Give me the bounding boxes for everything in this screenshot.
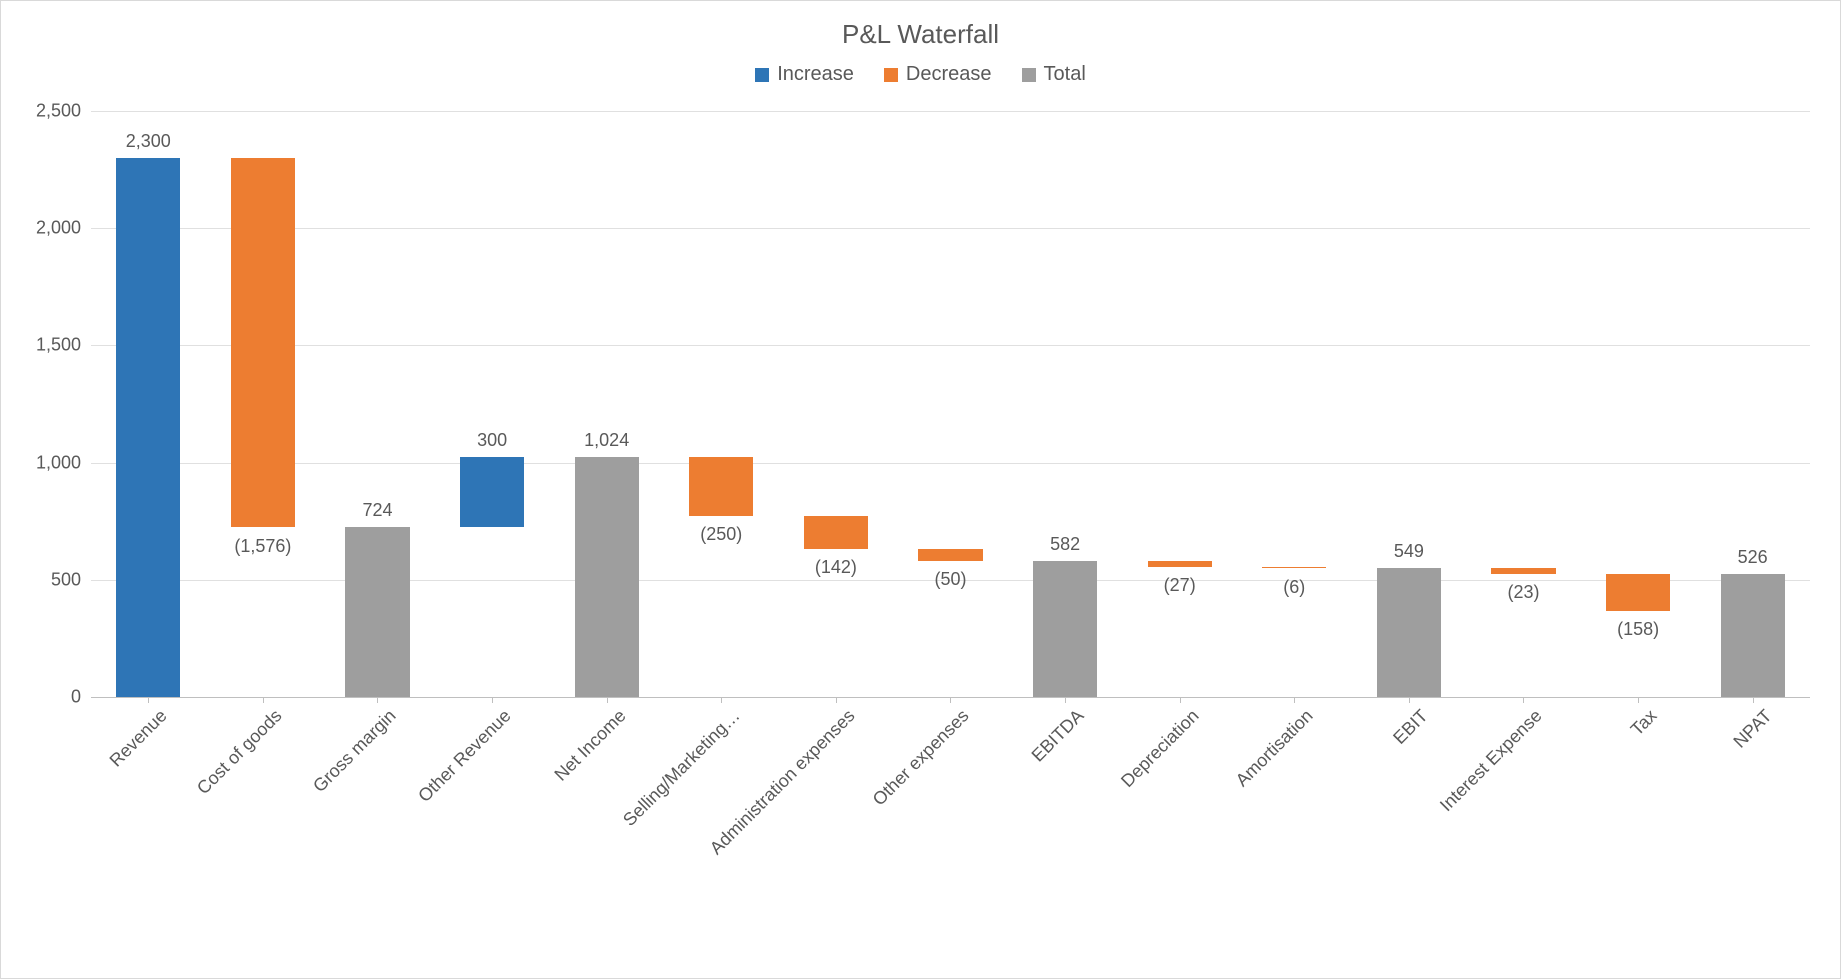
bar-slot: (158)Tax [1581,111,1696,697]
y-axis-label: 500 [21,569,81,590]
bar-decrease [1262,567,1326,569]
bar-total [345,527,409,697]
bar-total [1721,574,1785,697]
bar-slot: 549EBIT [1352,111,1467,697]
x-axis-label: Gross margin [310,705,401,796]
bar-value-label: 724 [320,500,435,521]
x-axis-tick [1753,697,1754,703]
bar-value-label: (27) [1122,575,1237,596]
x-axis-label: EBITDA [1028,705,1089,766]
waterfall-chart: P&L Waterfall Increase Decrease Total 05… [0,0,1841,979]
bar-increase [116,158,180,697]
x-axis-tick [1065,697,1066,703]
x-axis-label: Cost of goods [193,705,286,798]
legend-item-increase: Increase [755,63,854,86]
bar-slot: (27)Depreciation [1122,111,1237,697]
x-axis-tick [1409,697,1410,703]
bar-slot: (6)Amortisation [1237,111,1352,697]
y-axis-label: 1,000 [21,452,81,473]
bar-slot: (23)Interest Expense [1466,111,1581,697]
legend-item-total: Total [1022,63,1086,86]
x-axis-tick [377,697,378,703]
bar-value-label: (1,576) [206,536,321,557]
y-axis-label: 2,000 [21,218,81,239]
bar-slot: 1,024Net Income [549,111,664,697]
x-axis-tick [148,697,149,703]
legend-swatch-increase [755,68,769,82]
x-axis-label: Tax [1627,705,1662,740]
bar-value-label: (23) [1466,582,1581,603]
bar-slot: 582EBITDA [1008,111,1123,697]
bar-slot: (1,576)Cost of goods [206,111,321,697]
bar-slot: 526NPAT [1695,111,1810,697]
bar-increase [460,457,524,527]
x-axis-tick [721,697,722,703]
x-axis-tick [1523,697,1524,703]
chart-title: P&L Waterfall [1,19,1840,50]
legend-item-decrease: Decrease [884,63,992,86]
x-axis-label: EBIT [1389,705,1432,748]
plot-area: 05001,0001,5002,0002,5002,300Revenue(1,5… [91,111,1810,698]
x-axis-tick [607,697,608,703]
x-axis-tick [836,697,837,703]
bar-decrease [231,158,295,527]
bar-slot: 2,300Revenue [91,111,206,697]
bar-total [1033,561,1097,697]
bar-slot: 300Other Revenue [435,111,550,697]
bar-decrease [689,457,753,516]
bar-value-label: (250) [664,524,779,545]
x-axis-tick [1180,697,1181,703]
bar-decrease [1491,568,1555,573]
bar-total [1377,568,1441,697]
bar-value-label: (142) [779,557,894,578]
x-axis-label: Other Revenue [414,705,515,806]
legend: Increase Decrease Total [1,63,1840,86]
x-axis-label: Other expenses [869,705,974,810]
bar-slot: (250)Selling/Marketing… [664,111,779,697]
legend-label-increase: Increase [777,63,854,86]
bar-value-label: 582 [1008,534,1123,555]
x-axis-tick [1294,697,1295,703]
bar-total [575,457,639,697]
bar-value-label: (158) [1581,619,1696,640]
bar-value-label: (6) [1237,577,1352,598]
bar-decrease [1148,561,1212,567]
bar-value-label: 549 [1352,541,1467,562]
bar-value-label: 1,024 [549,430,664,451]
bar-value-label: 300 [435,430,550,451]
bar-slot: 724Gross margin [320,111,435,697]
y-axis-label: 0 [21,687,81,708]
x-axis-tick [1638,697,1639,703]
y-axis-label: 2,500 [21,101,81,122]
x-axis-tick [492,697,493,703]
bar-decrease [1606,574,1670,611]
bar-slot: (142)Administration expenses [779,111,894,697]
x-axis-tick [263,697,264,703]
x-axis-label: Selling/Marketing… [619,705,744,830]
x-axis-label: Revenue [106,705,172,771]
bar-decrease [918,549,982,561]
x-axis-label: NPAT [1729,705,1776,752]
x-axis-label: Interest Expense [1436,705,1546,815]
x-axis-label: Amortisation [1232,705,1318,791]
legend-label-decrease: Decrease [906,63,992,86]
bar-value-label: 2,300 [91,131,206,152]
x-axis-label: Net Income [550,705,630,785]
legend-swatch-total [1022,68,1036,82]
x-axis-tick [950,697,951,703]
legend-swatch-decrease [884,68,898,82]
bar-value-label: (50) [893,569,1008,590]
y-axis-label: 1,500 [21,335,81,356]
x-axis-label: Depreciation [1117,705,1203,791]
bar-value-label: 526 [1695,547,1810,568]
bar-slot: (50)Other expenses [893,111,1008,697]
bar-decrease [804,516,868,549]
legend-label-total: Total [1044,63,1086,86]
